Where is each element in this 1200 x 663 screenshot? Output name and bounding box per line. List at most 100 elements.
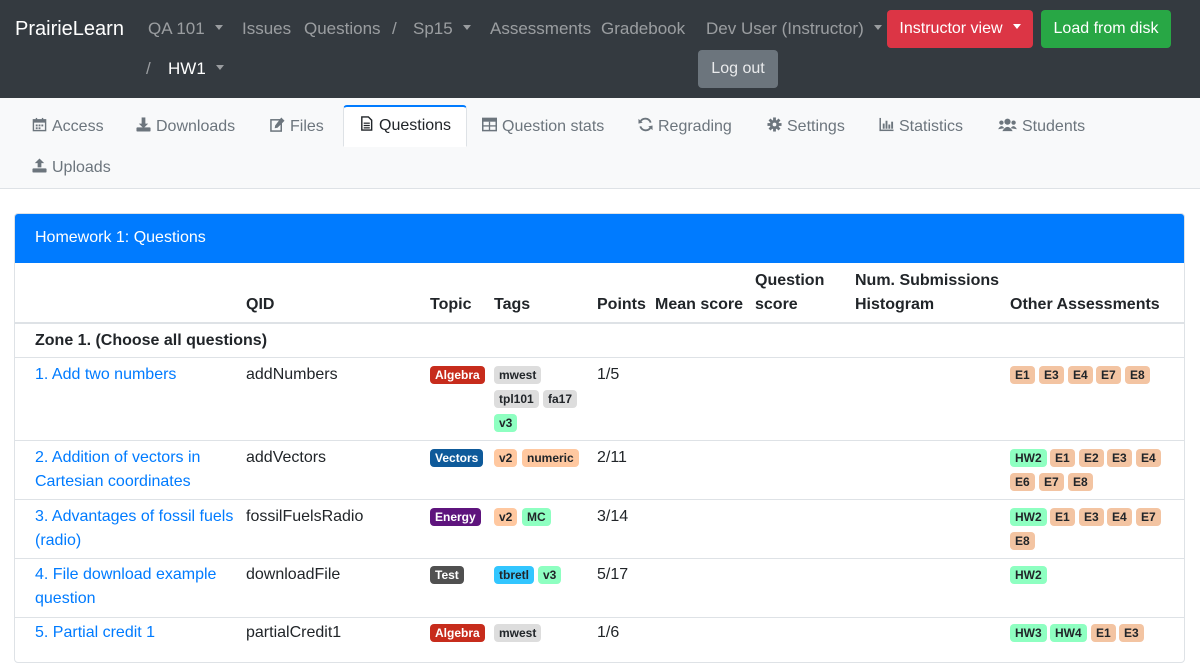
qid-cell: addNumbers [246,366,338,383]
assessments-link[interactable]: Assessments [490,19,591,39]
column-header-qid: QID [246,296,275,313]
chevron-down-icon [873,25,882,31]
other-assessment-badge[interactable]: E1 [1050,449,1075,467]
other-assessment-badge[interactable]: HW3 [1010,624,1047,642]
tab-question-stats[interactable]: Question stats [482,106,604,147]
assessment-dropdown[interactable]: HW1 [168,59,224,79]
tab-downloads[interactable]: Downloads [136,106,235,147]
other-assessment-badge[interactable]: E4 [1136,449,1161,467]
bar-chart-icon [879,118,894,132]
chevron-down-icon [214,25,223,31]
instructor-view-button[interactable]: Instructor view [887,10,1033,48]
other-assessment-badge[interactable]: E1 [1050,508,1075,526]
header-divider [15,322,1184,324]
tab-statistics-label: Statistics [899,118,964,135]
column-header-points: Points [597,296,646,313]
other-assessment-badge[interactable]: E8 [1010,532,1035,550]
course-label: QA 101 [148,19,205,38]
row-divider [15,357,1184,358]
logout-button[interactable]: Log out [698,50,778,88]
breadcrumb-separator: / [146,59,151,78]
other-assessment-badge[interactable]: HW2 [1010,449,1047,467]
topic-badge: Algebra [430,624,485,642]
breadcrumb-separator: / [392,19,397,38]
column-header-histogram-line1: Num. Submissions [855,272,1000,289]
tab-statistics[interactable]: Statistics [879,106,963,147]
topic-badge: Vectors [430,449,484,467]
question-link[interactable]: 2. Addition of vectors in Cartesian coor… [35,446,240,494]
issues-link[interactable]: Issues [242,19,291,39]
points-cell: 1/6 [597,624,620,641]
tab-questions[interactable]: Questions [343,105,468,147]
load-from-disk-button[interactable]: Load from disk [1041,10,1171,48]
tab-access[interactable]: Access [32,106,104,147]
questions-link[interactable]: Questions [304,19,381,39]
other-assessment-badge[interactable]: E3 [1107,449,1132,467]
question-link[interactable]: 4. File download example question [35,563,240,611]
other-assessment-badge[interactable]: E3 [1119,624,1144,642]
assessment-label: HW1 [168,59,206,78]
column-header-other-assessments: Other Assessments [1010,296,1160,313]
other-assessment-badge[interactable]: E3 [1039,366,1064,384]
tab-students[interactable]: Students [998,106,1085,147]
course-instance-dropdown[interactable]: Sp15 [413,19,471,39]
questions-card: Homework 1: Questions QID Topic Tags Poi… [14,213,1185,663]
other-assessment-badge[interactable]: E1 [1091,624,1116,642]
other-assessment-badge[interactable]: E3 [1079,508,1104,526]
other-assessment-badge[interactable]: E7 [1096,366,1121,384]
question-link[interactable]: 3. Advantages of fossil fuels (radio) [35,505,240,553]
tab-files[interactable]: Files [270,106,324,147]
column-header-mean-score: Mean score [655,296,744,313]
question-link[interactable]: 5. Partial credit 1 [35,621,240,645]
other-assessment-badge[interactable]: E1 [1010,366,1035,384]
card-header: Homework 1: Questions [15,214,1184,263]
other-assessment-badge[interactable]: HW4 [1050,624,1087,642]
edit-icon [270,117,285,133]
tab-files-label: Files [290,118,324,135]
sync-icon [638,118,653,132]
tag-badge: v2 [494,449,518,467]
tag-badge: MC [522,508,551,526]
other-assessment-badge[interactable]: HW2 [1010,566,1047,584]
topic-badge: Test [430,566,464,584]
column-header-question-score: Question score [755,269,824,317]
other-assessment-badge[interactable]: HW2 [1010,508,1047,526]
top-navbar: PrairieLearn QA 101 Issues Questions / S… [0,0,1200,98]
user-dropdown[interactable]: Dev User (Instructor) [706,19,882,39]
row-divider [15,440,1184,441]
question-link[interactable]: 1. Add two numbers [35,363,240,387]
other-assessment-badge[interactable]: E4 [1107,508,1132,526]
instructor-view-label: Instructor view [899,20,1003,37]
tab-regrading[interactable]: Regrading [638,106,732,147]
other-assessment-badge[interactable]: E8 [1068,473,1093,491]
table-icon [482,117,497,132]
other-assessment-badge[interactable]: E7 [1039,473,1064,491]
tab-downloads-label: Downloads [156,118,236,135]
tag-badge: v3 [538,566,562,584]
other-assessment-badge[interactable]: E8 [1125,366,1150,384]
tab-students-label: Students [1022,118,1086,135]
gradebook-link[interactable]: Gradebook [601,19,685,39]
chevron-down-icon [1012,24,1021,30]
topic-badge: Energy [430,508,481,526]
tab-settings[interactable]: Settings [767,106,845,147]
brand-logo[interactable]: PrairieLearn [15,17,124,41]
tab-settings-label: Settings [787,118,845,135]
tab-regrading-label: Regrading [658,118,732,135]
tag-badge: mwest [494,366,542,384]
tag-badge: tpl101 [494,390,539,408]
course-dropdown[interactable]: QA 101 [148,19,223,39]
tab-questions-label: Questions [379,117,452,134]
download-icon [136,117,151,132]
other-assessment-badge[interactable]: E4 [1068,366,1093,384]
column-header-topic: Topic [430,296,472,313]
gear-icon [767,117,782,132]
chevron-down-icon [462,25,471,31]
other-assessment-badge[interactable]: E7 [1136,508,1161,526]
tag-badge: mwest [494,624,542,642]
other-assessment-badge[interactable]: E2 [1079,449,1104,467]
qid-cell: addVectors [246,449,327,466]
tab-uploads[interactable]: Uploads [32,147,111,188]
qid-cell: downloadFile [246,566,341,583]
other-assessment-badge[interactable]: E6 [1010,473,1035,491]
